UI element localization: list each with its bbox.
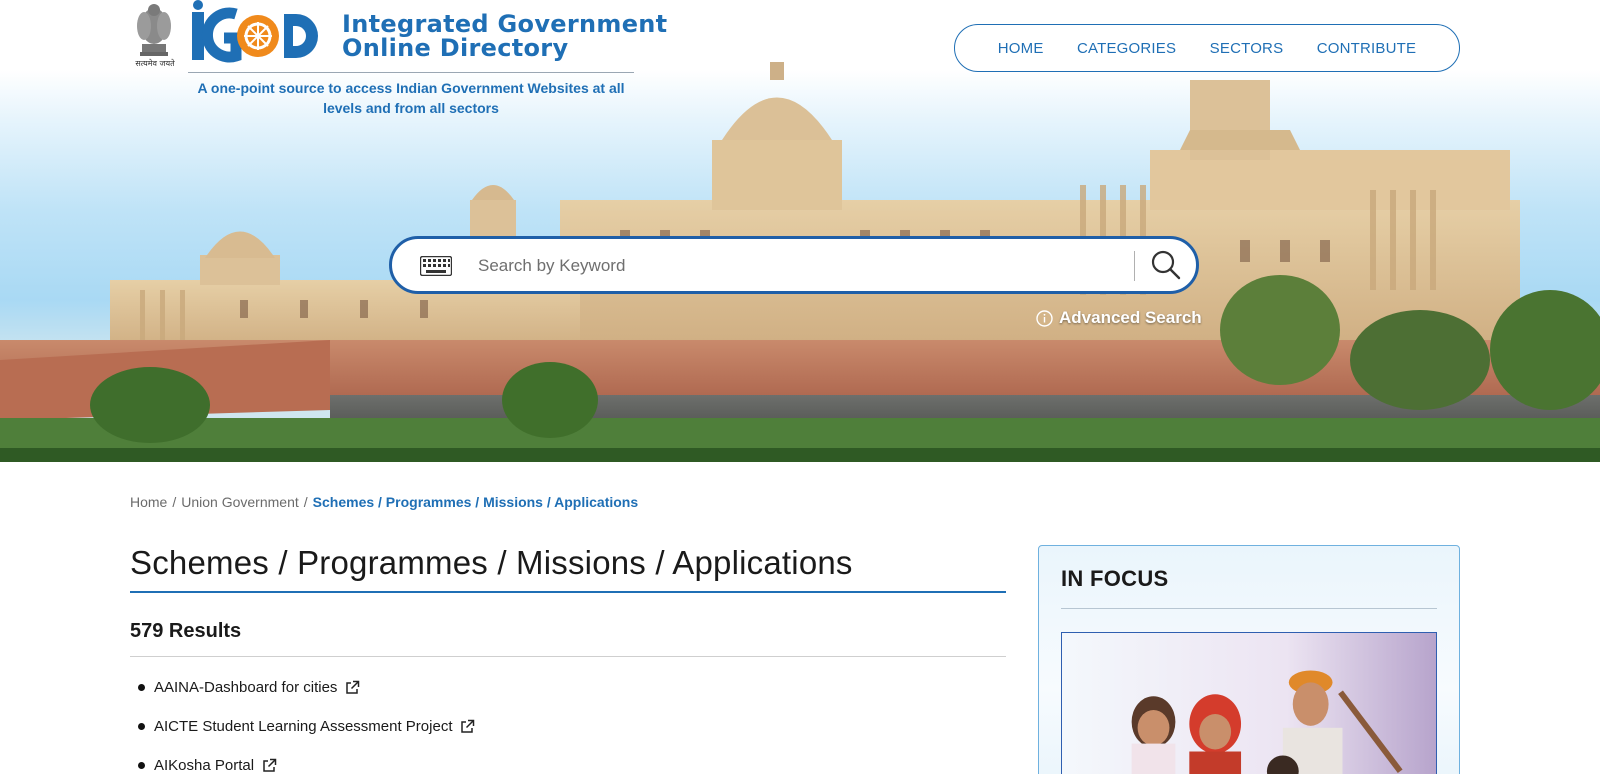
nav-home[interactable]: HOME: [998, 40, 1044, 57]
site-title-line2: Online Directory: [342, 34, 569, 62]
site-tagline: A one-point source to access Indian Gove…: [197, 80, 625, 116]
keyboard-icon[interactable]: [420, 256, 452, 276]
external-link-icon: [346, 680, 360, 694]
in-focus-panel: IN FOCUS: [1038, 545, 1460, 774]
results-list: AAINA-Dashboard for cities AICTE Student…: [136, 668, 475, 774]
main-nav: HOME CATEGORIES SECTORS CONTRIBUTE: [954, 24, 1460, 72]
search-icon: [1151, 250, 1181, 279]
logo-icon[interactable]: [188, 0, 328, 66]
advanced-search-link[interactable]: Advanced Search: [1036, 308, 1202, 328]
nav-contribute[interactable]: CONTRIBUTE: [1317, 40, 1417, 57]
results-count: 579 Results: [130, 620, 242, 642]
breadcrumb-union-government[interactable]: Union Government: [181, 494, 299, 510]
breadcrumb-separator: /: [303, 494, 308, 510]
site-title: Integrated Government Online Directory: [342, 12, 667, 60]
breadcrumb-current: Schemes / Programmes / Missions / Applic…: [312, 494, 639, 510]
nav-sectors[interactable]: SECTORS: [1210, 40, 1284, 57]
search-button[interactable]: [1146, 247, 1186, 285]
nav-categories[interactable]: CATEGORIES: [1077, 40, 1176, 57]
in-focus-title: IN FOCUS: [1061, 566, 1169, 591]
external-link-icon: [461, 719, 475, 733]
search-input[interactable]: [478, 249, 1108, 283]
in-focus-banner-image[interactable]: [1061, 632, 1437, 774]
external-link-icon: [263, 758, 277, 772]
results-divider: [130, 656, 1006, 657]
page-title: Schemes / Programmes / Missions / Applic…: [130, 544, 853, 581]
site-title-line1: Integrated Government: [342, 10, 668, 38]
result-link[interactable]: AICTE Student Learning Assessment Projec…: [154, 718, 452, 735]
list-item[interactable]: AIKosha Portal: [136, 746, 475, 774]
emblem-motto: सत्यमेव जयते: [135, 59, 175, 68]
advanced-search-label: Advanced Search: [1059, 308, 1202, 327]
result-link[interactable]: AAINA-Dashboard for cities: [154, 679, 337, 696]
search-bar: [389, 236, 1199, 294]
title-underline: [130, 591, 1006, 593]
breadcrumb: Home / Union Government / Schemes / Prog…: [130, 494, 638, 510]
in-focus-divider: [1061, 608, 1437, 609]
result-link[interactable]: AIKosha Portal: [154, 757, 254, 774]
breadcrumb-separator: /: [172, 494, 177, 510]
info-icon: [1036, 309, 1053, 327]
title-divider: [188, 72, 634, 73]
list-item[interactable]: AICTE Student Learning Assessment Projec…: [136, 707, 475, 746]
list-item[interactable]: AAINA-Dashboard for cities: [136, 668, 475, 707]
breadcrumb-home[interactable]: Home: [130, 494, 167, 510]
search-divider: [1134, 251, 1135, 281]
